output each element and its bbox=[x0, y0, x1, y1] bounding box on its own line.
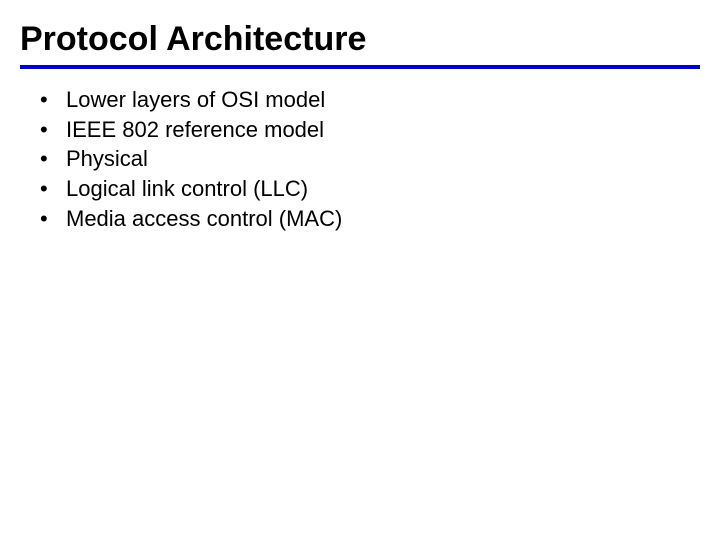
bullet-list: Lower layers of OSI model IEEE 802 refer… bbox=[20, 85, 700, 233]
title-underline bbox=[20, 65, 700, 69]
list-item: Logical link control (LLC) bbox=[40, 174, 700, 204]
list-item: Physical bbox=[40, 144, 700, 174]
list-item: Media access control (MAC) bbox=[40, 204, 700, 234]
list-item: IEEE 802 reference model bbox=[40, 115, 700, 145]
list-item: Lower layers of OSI model bbox=[40, 85, 700, 115]
slide-title: Protocol Architecture bbox=[20, 20, 700, 59]
